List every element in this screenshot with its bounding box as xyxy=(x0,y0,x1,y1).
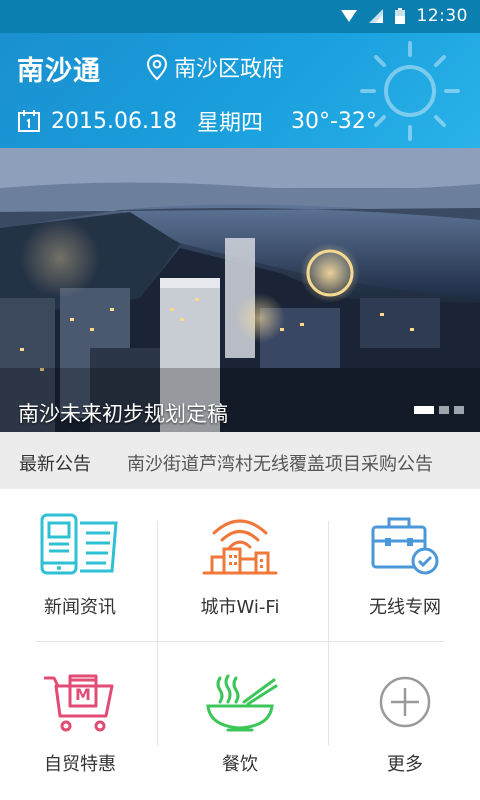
header: 南沙通 南沙区政府 2015.06.18 星期四 30°-32° xyxy=(0,33,480,148)
city-wifi-icon xyxy=(202,519,278,575)
notice-text[interactable]: 南沙街道芦湾村无线覆盖项目采购公告 xyxy=(127,450,433,476)
svg-text:M: M xyxy=(75,685,91,704)
noodle-bowl-icon xyxy=(206,674,278,732)
carousel-dot-2[interactable] xyxy=(439,406,449,414)
location-selector[interactable]: 南沙区政府 xyxy=(146,51,284,83)
menu-news-label: 新闻资讯 xyxy=(44,597,116,618)
service-grid: 新闻资讯 城市Wi-Fi 无线专网 M 自贸特惠 餐饮 更多 xyxy=(0,489,480,800)
city-night-photo xyxy=(0,148,480,432)
menu-more-label: 更多 xyxy=(387,754,423,775)
location-pin-icon xyxy=(146,53,168,80)
plus-circle-icon xyxy=(379,676,431,728)
date-text: 2015.06.18 xyxy=(51,108,177,134)
menu-dining[interactable]: 餐饮 xyxy=(160,646,320,791)
menu-more[interactable]: 更多 xyxy=(325,646,480,791)
carousel-dot-1[interactable] xyxy=(414,406,434,414)
menu-city-wifi[interactable]: 城市Wi-Fi xyxy=(160,489,320,634)
grid-divider xyxy=(36,641,444,642)
notice-bar[interactable]: 最新公告 南沙街道芦湾村无线覆盖项目采购公告 xyxy=(0,432,480,489)
shopping-cart-icon: M xyxy=(44,674,114,732)
carousel-indicator xyxy=(414,406,464,414)
menu-city-wifi-label: 城市Wi-Fi xyxy=(200,597,280,618)
briefcase-check-icon xyxy=(371,517,439,575)
weekday-text: 星期四 xyxy=(196,111,263,136)
banner-caption: 南沙未来初步规划定稿 xyxy=(18,402,228,426)
wifi-signal-icon xyxy=(340,10,357,22)
menu-wireless-network[interactable]: 无线专网 xyxy=(325,489,480,634)
menu-news[interactable]: 新闻资讯 xyxy=(0,489,160,634)
notice-label: 最新公告 xyxy=(19,454,91,475)
cell-signal-icon xyxy=(368,9,383,23)
news-icon xyxy=(40,513,118,575)
menu-ftz-deals[interactable]: M 自贸特惠 xyxy=(0,646,160,791)
location-name: 南沙区政府 xyxy=(174,57,285,82)
menu-dining-label: 餐饮 xyxy=(222,754,258,775)
battery-icon xyxy=(394,8,405,24)
status-bar: 12:30 xyxy=(0,0,480,33)
menu-ftz-deals-label: 自贸特惠 xyxy=(44,754,116,775)
carousel-dot-3[interactable] xyxy=(454,406,464,414)
status-time: 12:30 xyxy=(416,6,468,26)
banner-carousel[interactable]: 南沙未来初步规划定稿 xyxy=(0,148,480,432)
menu-wireless-network-label: 无线专网 xyxy=(369,597,441,618)
app-title: 南沙通 xyxy=(17,56,101,87)
date-weather-row: 2015.06.18 星期四 30°-32° xyxy=(17,105,377,137)
sun-icon xyxy=(360,41,460,141)
calendar-icon xyxy=(18,110,40,132)
